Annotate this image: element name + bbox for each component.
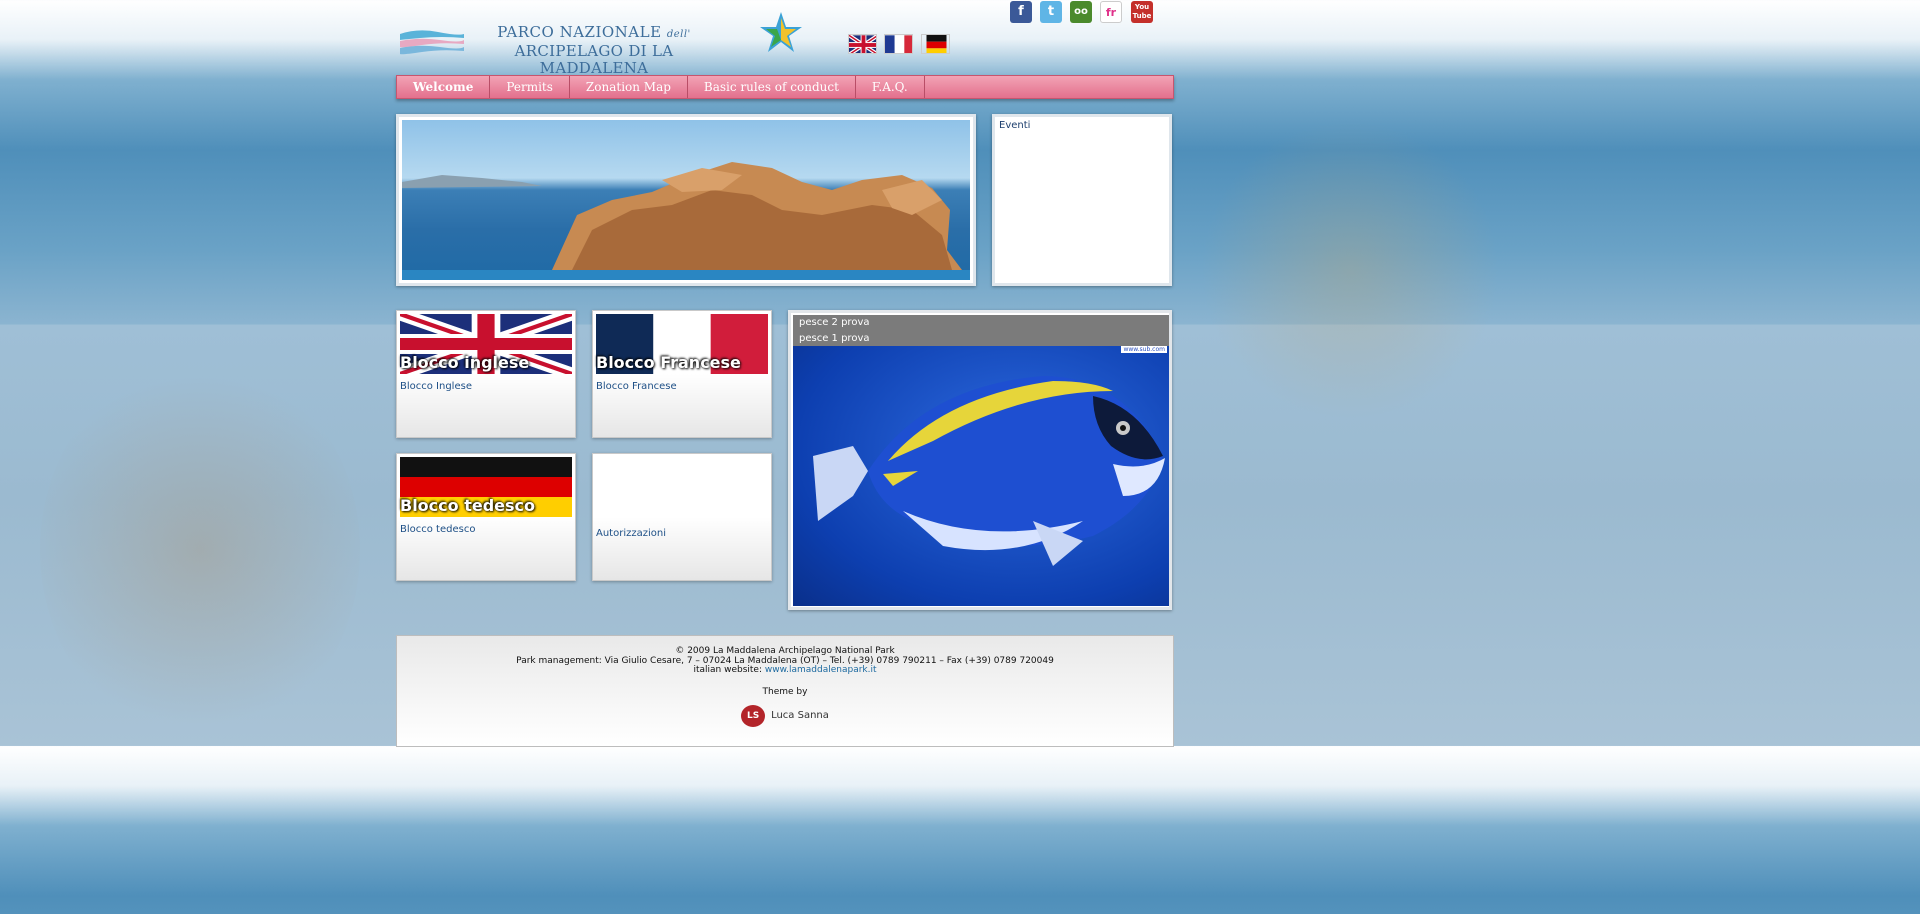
menu-item-zonation-map[interactable]: Zonation Map (570, 76, 688, 98)
block-title: Blocco Francese (596, 353, 741, 372)
facebook-icon[interactable]: f (1010, 1, 1032, 23)
banner-image (402, 120, 970, 280)
park-logo-icon[interactable] (398, 28, 466, 56)
menu-item-basic-rules[interactable]: Basic rules of conduct (688, 76, 856, 98)
block-french[interactable]: Blocco Francese Blocco Francese (592, 310, 772, 438)
germany-flag-icon[interactable] (921, 34, 950, 54)
logo-line1: PARCO NAZIONALE (497, 23, 662, 41)
image-watermark: www.sub.com (1121, 346, 1167, 353)
block-link[interactable]: Autorizzazioni (596, 528, 666, 539)
block-title: Blocco tedesco (400, 496, 536, 515)
logo-line1-small: dell' (666, 29, 691, 40)
footer: © 2009 La Maddalena Archipelago National… (396, 635, 1174, 747)
fish-slideshow: pesce 2 prova pesce 1 prova www.sub.com (788, 310, 1172, 610)
fish-image: www.sub.com (793, 346, 1169, 606)
menu-item-permits[interactable]: Permits (490, 76, 570, 98)
menu-item-faq[interactable]: F.A.Q. (856, 76, 925, 98)
menu-item-welcome[interactable]: Welcome (397, 76, 491, 98)
park-star-icon (760, 12, 802, 52)
block-link[interactable]: Blocco tedesco (400, 524, 475, 535)
footer-website-line: italian website: www.lamaddalenapark.it (397, 665, 1173, 676)
park-logo-text[interactable]: PARCO NAZIONALE dell' ARCIPELAGO DI LA M… (474, 24, 714, 77)
block-english[interactable]: Blocco inglese Blocco Inglese (396, 310, 576, 438)
author-logo-icon: LS (741, 705, 766, 727)
slide-title[interactable]: pesce 2 prova (793, 315, 1169, 331)
france-flag-icon[interactable] (884, 34, 913, 54)
slide-title[interactable]: pesce 1 prova (793, 331, 1169, 347)
block-authorizations[interactable]: Autorizzazioni (592, 453, 772, 581)
events-label: Eventi (999, 120, 1031, 131)
block-link[interactable]: Blocco Inglese (400, 381, 472, 392)
footer-website-label: italian website: (693, 665, 762, 675)
youtube-icon[interactable]: You Tube (1131, 1, 1153, 23)
footer-theme-by: Theme by (762, 686, 808, 697)
footer-author[interactable]: LS Luca Sanna (741, 705, 829, 727)
block-title: Blocco inglese (400, 353, 530, 372)
block-german[interactable]: Blocco tedesco Blocco tedesco (396, 453, 576, 581)
background-turtle (1200, 120, 1500, 420)
block-link[interactable]: Blocco Francese (596, 381, 677, 392)
footer-website-link[interactable]: www.lamaddalenapark.it (765, 665, 877, 675)
background-coral (40, 360, 360, 740)
flickr-icon[interactable]: fr (1100, 1, 1122, 23)
twitter-icon[interactable]: t (1040, 1, 1062, 23)
main-menu: Welcome Permits Zonation Map Basic rules… (396, 75, 1174, 99)
uk-flag-icon[interactable] (848, 34, 877, 54)
header-banner (396, 114, 976, 286)
tripadvisor-icon[interactable]: oo (1070, 1, 1092, 23)
logo-line2: ARCIPELAGO DI LA MADDALENA (514, 42, 674, 77)
footer-author-name: Luca Sanna (771, 710, 829, 722)
events-panel: Eventi (992, 114, 1172, 286)
